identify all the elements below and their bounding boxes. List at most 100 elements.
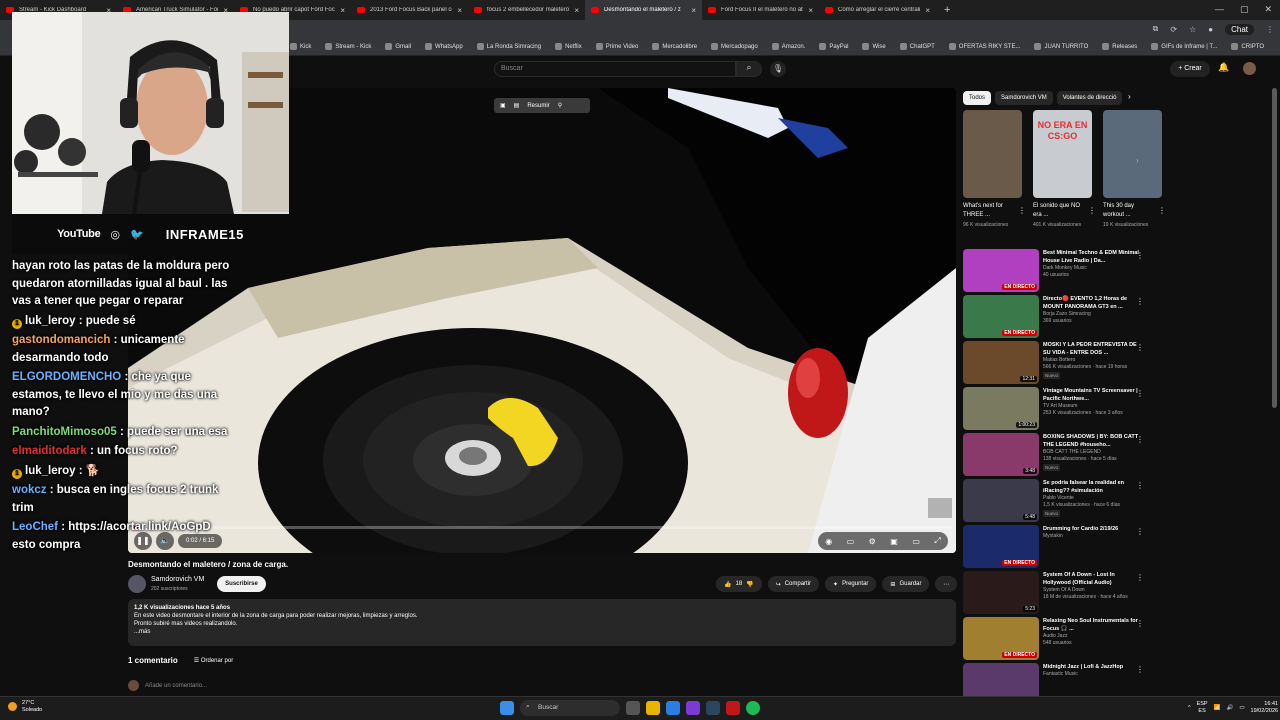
- short-card[interactable]: NO ERA EN CS:GO El sonido que NO era ... 4…: [1033, 110, 1096, 229]
- weather-widget[interactable]: 27°C Soleado: [8, 700, 42, 714]
- bookmark-item[interactable]: Gmail: [385, 43, 411, 50]
- filter-chip[interactable]: Todos: [963, 91, 992, 105]
- recommendation-title[interactable]: Midnight Jazz | Lofi & JazzHop: [1043, 663, 1139, 671]
- ask-button[interactable]: ✦ Preguntar: [825, 576, 877, 592]
- bookmark-item[interactable]: Kick: [290, 43, 311, 50]
- recommendation-thumbnail[interactable]: 3:48: [963, 433, 1039, 476]
- bookmark-item[interactable]: Netflix: [555, 43, 582, 50]
- browser-tab[interactable]: focus 2 embellecedor maletero - B ×: [468, 0, 585, 20]
- recommendation-channel[interactable]: System Of A Down: [1043, 587, 1139, 594]
- close-icon[interactable]: ×: [925, 6, 930, 15]
- chevron-right-icon[interactable]: ›: [1128, 92, 1131, 101]
- discord-icon[interactable]: [686, 701, 700, 715]
- recommendation-title[interactable]: BOXING SHADOWS | BY: BOB CATT THE LEGEND…: [1043, 433, 1139, 449]
- description-box[interactable]: 1,2 K visualizaciones hace 5 años En est…: [128, 599, 956, 646]
- language-indicator[interactable]: ESP ES: [1197, 701, 1208, 715]
- recommendation-item[interactable]: 12:31 MOSKI Y LA PEOR ENTREVISTA DE SU VI…: [963, 341, 1148, 387]
- recommendation-channel[interactable]: BOB CATT THE LEGEND: [1043, 449, 1139, 456]
- miniplayer-icon[interactable]: ▣: [890, 537, 898, 546]
- close-icon[interactable]: ×: [691, 6, 696, 15]
- more-icon[interactable]: ⋮: [1136, 251, 1144, 260]
- recommendation-channel[interactable]: Matias Bottero: [1043, 357, 1139, 364]
- more-icon[interactable]: ⋮: [1136, 297, 1144, 306]
- close-icon[interactable]: ×: [808, 6, 813, 15]
- screen-icon[interactable]: ▣: [500, 102, 506, 109]
- bookmark-item[interactable]: Mercadopago: [711, 43, 758, 50]
- bookmark-item[interactable]: La Ronda Simracing: [476, 43, 541, 50]
- short-card[interactable]: This 30 day workout ... 19 K visualizacio…: [1103, 110, 1166, 229]
- recommendation-title[interactable]: Drumming for Cardio 2/19/26: [1043, 525, 1139, 533]
- windows-start-icon[interactable]: [500, 701, 514, 715]
- bookmark-item[interactable]: Amazon.: [771, 43, 805, 50]
- maximize-icon[interactable]: ▢: [1240, 4, 1249, 15]
- recommendation-channel[interactable]: Borja Zazo Simracing: [1043, 311, 1139, 318]
- more-icon[interactable]: ⋮: [1136, 619, 1144, 628]
- recommendation-channel[interactable]: Audio Jazz: [1043, 633, 1139, 640]
- steam-icon[interactable]: [706, 701, 720, 715]
- bookmark-item[interactable]: Mercadolibre: [652, 43, 697, 50]
- browser-tab[interactable]: Desmontando el maletero / z ×: [585, 0, 702, 20]
- recommendation-item[interactable]: EN DIRECTO Best Minimal Techno & EDM Mini…: [963, 249, 1148, 295]
- sort-button[interactable]: ☰ Ordenar por: [194, 657, 233, 664]
- recommendation-item[interactable]: 1:00:23 Vintage Mountains TV Screensaver …: [963, 387, 1148, 433]
- recommendation-item[interactable]: EN DIRECTO Drumming for Cardio 2/19/26 Mys…: [963, 525, 1148, 571]
- browser-tab[interactable]: Ford Focus II el maletero no abre ×: [702, 0, 819, 20]
- recommendation-item[interactable]: 5:48 Se podría falsear la realidad en iRa…: [963, 479, 1148, 525]
- recommendation-thumbnail[interactable]: 5:48: [963, 479, 1039, 522]
- filter-chip[interactable]: Volantes de direcció: [1056, 91, 1123, 105]
- recommendation-channel[interactable]: Mystakin: [1043, 533, 1139, 540]
- subscribe-button[interactable]: Suscribirse: [217, 576, 266, 592]
- player-top-pill[interactable]: ▣ ▤ Resumir ⚲: [494, 98, 590, 113]
- recommendation-channel[interactable]: TV Art Museum: [1043, 403, 1139, 410]
- thumbs-down-icon[interactable]: 👎: [746, 581, 753, 588]
- recommendation-thumbnail[interactable]: 1:00:23: [963, 387, 1039, 430]
- short-thumbnail[interactable]: [1103, 110, 1162, 198]
- recommendation-thumbnail[interactable]: EN DIRECTO: [963, 249, 1039, 292]
- more-icon[interactable]: ⋮: [1136, 665, 1144, 674]
- channel-name[interactable]: Samdorovich VM: [151, 576, 204, 583]
- channel-avatar[interactable]: [128, 575, 146, 593]
- create-button[interactable]: + Crear: [1170, 61, 1210, 77]
- close-icon[interactable]: ✕: [1264, 4, 1272, 15]
- bookmark-item[interactable]: CRIPTO: [1231, 43, 1264, 50]
- taskbar-search[interactable]: ⌕ Buscar: [520, 700, 620, 716]
- recommendation-item[interactable]: 5:23 System Of A Down - Lost In Hollywood…: [963, 571, 1148, 617]
- add-comment[interactable]: Añade un comentario...: [128, 680, 207, 691]
- translate-icon[interactable]: ⚲: [558, 102, 562, 109]
- recommendation-thumbnail[interactable]: EN DIRECTO: [963, 295, 1039, 338]
- recommendation-title[interactable]: Directo🔴 EVENTO 1,2 Horas de MOUNT PANOR…: [1043, 295, 1139, 311]
- profile-icon[interactable]: ●: [1208, 25, 1213, 34]
- summarize-label[interactable]: Resumir: [527, 103, 549, 109]
- search-button[interactable]: ⌕: [736, 61, 762, 77]
- save-button[interactable]: ⊞ Guardar: [882, 576, 930, 592]
- search-input[interactable]: Buscar: [494, 61, 736, 77]
- chat-button[interactable]: Chat: [1225, 23, 1254, 35]
- bookmark-item[interactable]: GIFs de Inframe | T...: [1151, 43, 1217, 50]
- minimize-icon[interactable]: —: [1215, 4, 1224, 15]
- bookmark-item[interactable]: ChatGPT: [899, 43, 935, 50]
- show-more-link[interactable]: ...más: [134, 628, 950, 636]
- recommendation-channel[interactable]: Dark Monkey Music: [1043, 265, 1139, 272]
- recommendation-title[interactable]: System Of A Down - Lost In Hollywood (Of…: [1043, 571, 1139, 587]
- more-icon[interactable]: ⋮: [1136, 527, 1144, 536]
- recommendation-thumbnail[interactable]: 12:31: [963, 341, 1039, 384]
- recommendation-title[interactable]: MOSKI Y LA PEOR ENTREVISTA DE SU VIDA - …: [1043, 341, 1139, 357]
- recommendation-channel[interactable]: Fantastic Music: [1043, 671, 1139, 678]
- wifi-icon[interactable]: 📶: [1214, 705, 1221, 711]
- recommendation-title[interactable]: Vintage Mountains TV Screensaver | Pacif…: [1043, 387, 1139, 403]
- short-thumbnail[interactable]: NO ERA EN CS:GO: [1033, 110, 1092, 198]
- browser-tab[interactable]: 2013 Ford Focus Back panel cover ×: [351, 0, 468, 20]
- spotify-icon[interactable]: [746, 701, 760, 715]
- bookmark-item[interactable]: Prime Video: [595, 43, 638, 50]
- avatar[interactable]: [1243, 62, 1256, 75]
- more-icon[interactable]: ⋮: [1136, 573, 1144, 582]
- more-icon[interactable]: ⋮: [1158, 206, 1166, 215]
- more-icon[interactable]: ⋮: [1018, 206, 1026, 215]
- browser-tab[interactable]: Cómo arreglar el cierre centralizado ×: [819, 0, 936, 20]
- recommendation-title[interactable]: Best Minimal Techno & EDM Minimal House …: [1043, 249, 1139, 265]
- chevron-up-icon[interactable]: ^: [1188, 705, 1191, 711]
- bookmark-star-icon[interactable]: ☆: [1189, 25, 1196, 34]
- app-icon[interactable]: [726, 701, 740, 715]
- scrollbar[interactable]: [1272, 88, 1277, 408]
- bookmark-item[interactable]: PayPal: [819, 43, 848, 50]
